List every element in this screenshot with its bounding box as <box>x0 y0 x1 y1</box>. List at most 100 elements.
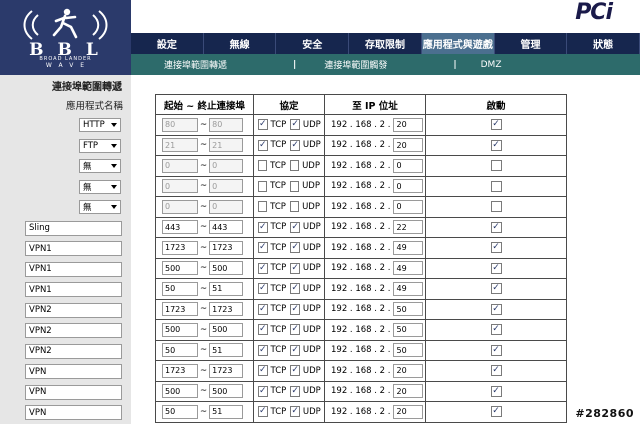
ip-last-octet-input[interactable]: 50 <box>393 322 424 337</box>
udp-checkbox[interactable]: ✓ <box>290 385 300 397</box>
start-port-input[interactable]: 500 <box>162 322 198 337</box>
tcp-checkbox[interactable]: ✓ <box>258 365 268 377</box>
udp-checkbox[interactable]: ✓ <box>290 344 300 356</box>
app-name-input-9[interactable]: VPN2 <box>25 302 122 318</box>
enable-checkbox[interactable]: ✓ <box>490 324 502 336</box>
nav-tab-1[interactable]: 無線 <box>204 33 277 54</box>
tcp-checkbox[interactable]: ✓ <box>258 242 268 254</box>
enable-checkbox[interactable]: ✓ <box>490 385 502 397</box>
enable-checkbox[interactable]: ✓ <box>490 283 502 295</box>
start-port-input[interactable]: 1723 <box>162 363 198 378</box>
start-port-input[interactable]: 50 <box>162 404 198 419</box>
end-port-input[interactable]: 443 <box>209 220 244 235</box>
app-name-input-11[interactable]: VPN2 <box>25 343 122 359</box>
udp-checkbox[interactable]: ✓ <box>290 139 300 151</box>
ip-last-octet-input[interactable]: 50 <box>393 302 424 317</box>
app-name-input-14[interactable]: VPN <box>25 405 122 420</box>
app-name-input-8[interactable]: VPN1 <box>25 282 122 297</box>
ip-last-octet-input[interactable]: 0 <box>393 179 424 194</box>
enable-checkbox[interactable] <box>490 180 502 192</box>
tcp-checkbox[interactable]: ✓ <box>258 385 268 397</box>
enable-checkbox[interactable]: ✓ <box>490 221 502 233</box>
nav-tab-0[interactable]: 設定 <box>131 33 204 54</box>
tcp-checkbox[interactable] <box>258 201 268 213</box>
enable-checkbox[interactable]: ✓ <box>490 262 502 274</box>
udp-checkbox[interactable] <box>289 160 300 172</box>
ip-last-octet-input[interactable]: 20 <box>393 117 424 132</box>
enable-checkbox[interactable] <box>490 201 502 213</box>
end-port-input[interactable]: 500 <box>209 322 244 337</box>
end-port-input[interactable]: 51 <box>209 343 244 358</box>
tcp-checkbox[interactable]: ✓ <box>258 303 268 315</box>
app-select-1[interactable]: FTP <box>79 138 121 153</box>
udp-checkbox[interactable]: ✓ <box>290 303 300 315</box>
nav-tab-3[interactable]: 存取限制 <box>349 33 422 54</box>
enable-checkbox[interactable]: ✓ <box>490 139 502 151</box>
tcp-checkbox[interactable]: ✓ <box>258 406 268 418</box>
ip-last-octet-input[interactable]: 49 <box>393 261 424 276</box>
enable-checkbox[interactable]: ✓ <box>490 119 502 131</box>
ip-last-octet-input[interactable]: 0 <box>393 158 424 173</box>
udp-checkbox[interactable]: ✓ <box>290 324 300 336</box>
start-port-input[interactable]: 500 <box>162 384 198 399</box>
end-port-input[interactable]: 500 <box>209 261 244 276</box>
subnav-dmz[interactable]: DMZ <box>481 60 502 70</box>
app-select-4[interactable]: 無 <box>79 200 121 214</box>
start-port-input[interactable]: 500 <box>162 261 198 276</box>
app-name-input-10[interactable]: VPN2 <box>25 323 122 338</box>
subnav-port-range-trigger[interactable]: 連接埠範圍觸發 <box>324 58 387 71</box>
subnav-port-range-forward[interactable]: 連接埠範圍轉遞 <box>164 58 227 71</box>
ip-last-octet-input[interactable]: 49 <box>393 240 424 255</box>
app-name-input-7[interactable]: VPN1 <box>25 261 122 277</box>
udp-checkbox[interactable]: ✓ <box>290 365 300 377</box>
start-port-input[interactable]: 50 <box>162 343 198 358</box>
ip-last-octet-input[interactable]: 22 <box>393 220 424 235</box>
nav-tab-5[interactable]: 管理 <box>495 33 568 54</box>
end-port-input[interactable]: 500 <box>209 384 244 399</box>
ip-last-octet-input[interactable]: 50 <box>393 343 424 358</box>
udp-checkbox[interactable]: ✓ <box>290 119 300 131</box>
ip-last-octet-input[interactable]: 49 <box>393 281 424 296</box>
app-name-input-5[interactable]: Sling <box>25 220 122 236</box>
ip-last-octet-input[interactable]: 0 <box>393 199 424 214</box>
end-port-input[interactable]: 51 <box>209 404 244 419</box>
app-select-2[interactable]: 無 <box>79 159 121 173</box>
tcp-checkbox[interactable]: ✓ <box>258 344 268 356</box>
tcp-checkbox[interactable]: ✓ <box>258 221 268 233</box>
tcp-checkbox[interactable]: ✓ <box>258 119 268 131</box>
nav-tab-2[interactable]: 安全 <box>276 33 350 54</box>
ip-last-octet-input[interactable]: 20 <box>393 404 424 419</box>
app-name-input-6[interactable]: VPN1 <box>25 241 122 256</box>
ip-last-octet-input[interactable]: 20 <box>393 138 424 153</box>
app-select-3[interactable]: 無 <box>79 179 121 194</box>
nav-tab-4[interactable]: 應用程式與遊戲 <box>421 33 495 54</box>
udp-checkbox[interactable] <box>289 201 300 213</box>
end-port-input[interactable]: 51 <box>209 281 244 296</box>
app-name-input-13[interactable]: VPN <box>25 384 122 400</box>
end-port-input[interactable]: 1723 <box>209 302 244 317</box>
enable-checkbox[interactable]: ✓ <box>490 406 502 418</box>
nav-tab-6[interactable]: 狀態 <box>567 33 640 54</box>
start-port-input[interactable]: 1723 <box>162 302 198 317</box>
tcp-checkbox[interactable] <box>258 180 268 192</box>
tcp-checkbox[interactable]: ✓ <box>258 139 268 151</box>
tcp-checkbox[interactable]: ✓ <box>258 262 268 274</box>
enable-checkbox[interactable]: ✓ <box>490 242 502 254</box>
enable-checkbox[interactable]: ✓ <box>490 303 502 315</box>
udp-checkbox[interactable]: ✓ <box>290 242 300 254</box>
end-port-input[interactable]: 1723 <box>209 240 244 255</box>
app-name-input-12[interactable]: VPN <box>25 364 122 379</box>
udp-checkbox[interactable]: ✓ <box>290 283 300 295</box>
start-port-input[interactable]: 1723 <box>162 240 198 255</box>
start-port-input[interactable]: 443 <box>162 220 198 235</box>
tcp-checkbox[interactable]: ✓ <box>258 324 268 336</box>
tcp-checkbox[interactable]: ✓ <box>258 283 268 295</box>
end-port-input[interactable]: 1723 <box>209 363 244 378</box>
enable-checkbox[interactable]: ✓ <box>490 344 502 356</box>
udp-checkbox[interactable]: ✓ <box>290 262 300 274</box>
ip-last-octet-input[interactable]: 20 <box>393 363 424 378</box>
udp-checkbox[interactable]: ✓ <box>290 221 300 233</box>
udp-checkbox[interactable]: ✓ <box>290 406 300 418</box>
start-port-input[interactable]: 50 <box>162 281 198 296</box>
enable-checkbox[interactable]: ✓ <box>490 365 502 377</box>
